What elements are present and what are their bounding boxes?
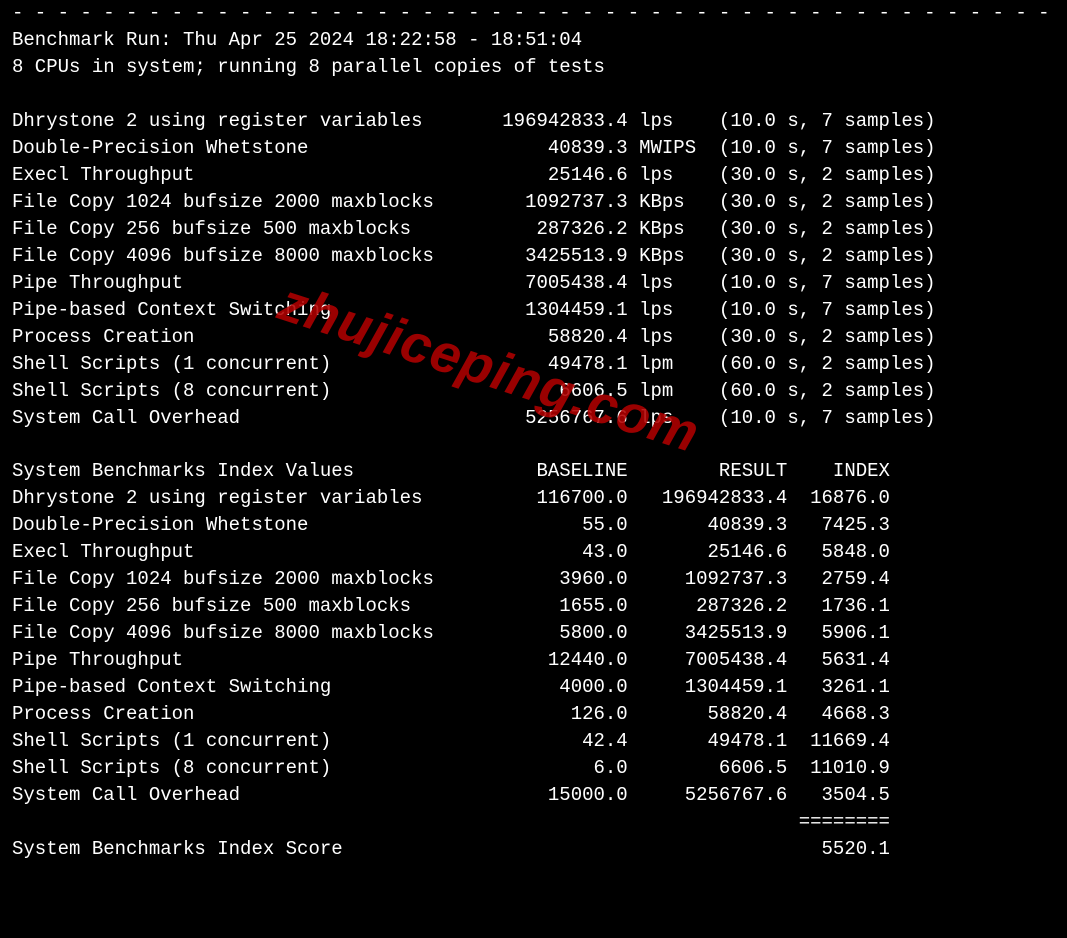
terminal-output: - - - - - - - - - - - - - - - - - - - - … (0, 0, 1067, 863)
